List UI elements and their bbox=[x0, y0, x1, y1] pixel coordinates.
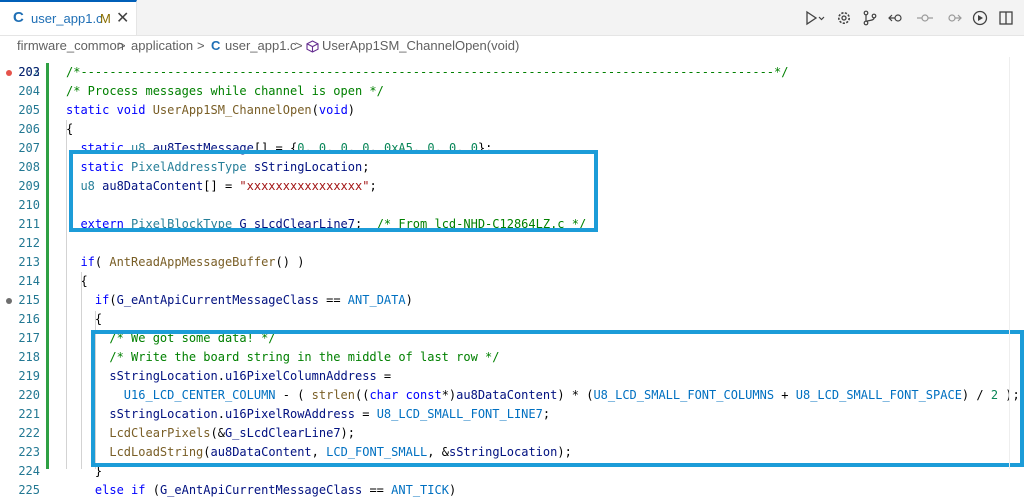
code-token: ( bbox=[94, 255, 110, 269]
code-token: { bbox=[66, 122, 74, 136]
line-number: 219 bbox=[18, 369, 40, 383]
code-token: /* Process messages while channel is ope… bbox=[66, 84, 384, 98]
line-number: 203 bbox=[18, 65, 40, 79]
debug-icon[interactable] bbox=[972, 10, 988, 26]
code-token: ) bbox=[347, 103, 356, 117]
code-token: () ) bbox=[275, 255, 305, 269]
code-token: AntReadAppMessageBuffer bbox=[109, 255, 276, 269]
indent-guide bbox=[66, 120, 67, 469]
code-token: { bbox=[66, 312, 103, 326]
scrollbar-track[interactable] bbox=[1009, 57, 1010, 469]
code-line[interactable]: 216 { bbox=[0, 310, 1024, 329]
line-number: 215 bbox=[18, 293, 40, 307]
line-number: 225 bbox=[18, 483, 40, 497]
code-text: /*--------------------------------------… bbox=[66, 63, 788, 82]
code-text: { bbox=[66, 272, 88, 291]
line-number: 220 bbox=[18, 388, 40, 402]
run-debug-icon[interactable] bbox=[804, 10, 826, 26]
modified-lines-gutter bbox=[46, 63, 49, 469]
code-line[interactable]: 206 { bbox=[0, 120, 1024, 139]
code-token: ( bbox=[311, 103, 319, 117]
tab-user-app1-c[interactable]: C user_app1.c M ✕ bbox=[0, 0, 137, 35]
line-number: 204 bbox=[18, 84, 40, 98]
code-editor[interactable]: 202 203 /*-------------------------------… bbox=[0, 57, 1024, 497]
code-token: ( bbox=[109, 293, 117, 307]
settings-icon[interactable] bbox=[836, 10, 852, 26]
code-line[interactable]: 215 if(G_eAntApiCurrentMessageClass == A… bbox=[0, 291, 1024, 310]
indent-guide bbox=[81, 272, 82, 469]
code-token: if bbox=[66, 255, 95, 269]
line-number: 222 bbox=[18, 426, 40, 440]
line-number: 223 bbox=[18, 445, 40, 459]
line-number: 210 bbox=[18, 198, 40, 212]
code-token: UserApp1SM_ChannelOpen bbox=[152, 103, 312, 117]
go-back-icon[interactable] bbox=[888, 10, 906, 26]
code-line[interactable]: 213 if( AntReadAppMessageBuffer() ) bbox=[0, 253, 1024, 272]
code-line[interactable]: 225 else if (G_eAntApiCurrentMessageClas… bbox=[0, 481, 1024, 500]
line-number: 206 bbox=[18, 122, 40, 136]
code-text: if( AntReadAppMessageBuffer() ) bbox=[66, 253, 304, 272]
source-control-icon[interactable] bbox=[862, 10, 878, 26]
code-token: else if bbox=[66, 483, 146, 497]
code-token: void bbox=[318, 103, 348, 117]
code-line[interactable]: 203 /*-----------------------------------… bbox=[0, 63, 1024, 82]
line-number: 205 bbox=[18, 103, 40, 117]
line-number: 207 bbox=[18, 141, 40, 155]
code-text: { bbox=[66, 120, 73, 139]
go-forward-icon[interactable] bbox=[944, 10, 962, 26]
highlight-box-lcd-block bbox=[91, 330, 1024, 467]
tab-filename: user_app1.c bbox=[31, 11, 103, 26]
code-token: /*--------------------------------------… bbox=[66, 65, 789, 79]
line-number: 213 bbox=[18, 255, 40, 269]
line-number: 209 bbox=[18, 179, 40, 193]
line-number: 218 bbox=[18, 350, 40, 364]
code-text: /* Process messages while channel is ope… bbox=[66, 82, 384, 101]
code-line[interactable]: 204 /* Process messages while channel is … bbox=[0, 82, 1024, 101]
code-text: { bbox=[66, 310, 102, 329]
code-token: if bbox=[66, 293, 110, 307]
split-editor-icon[interactable] bbox=[998, 10, 1014, 26]
modified-indicator: M bbox=[100, 11, 111, 26]
code-token: ANT_DATA bbox=[347, 293, 406, 307]
code-line[interactable]: 212 bbox=[0, 234, 1024, 253]
highlight-box-declarations bbox=[69, 150, 598, 232]
code-token: G_eAntApiCurrentMessageClass bbox=[116, 293, 319, 307]
editor-tab-bar: C user_app1.c M ✕ bbox=[0, 0, 1024, 36]
code-text: static void UserApp1SM_ChannelOpen(void) bbox=[66, 101, 355, 120]
editor-actions bbox=[804, 9, 1014, 27]
code-token: static void bbox=[66, 103, 153, 117]
line-number: 211 bbox=[18, 217, 40, 231]
code-token: { bbox=[66, 274, 88, 288]
partial-line-number: 202 bbox=[18, 65, 40, 79]
code-token: == bbox=[362, 483, 392, 497]
go-forward-history-icon[interactable] bbox=[916, 10, 934, 26]
line-number: 212 bbox=[18, 236, 40, 250]
code-token: ) bbox=[405, 293, 413, 307]
c-language-icon: C bbox=[13, 9, 24, 26]
code-line[interactable]: 214 { bbox=[0, 272, 1024, 291]
code-token: G_eAntApiCurrentMessageClass bbox=[159, 483, 363, 497]
code-text: else if (G_eAntApiCurrentMessageClass ==… bbox=[66, 481, 456, 500]
line-number: 217 bbox=[18, 331, 40, 345]
line-number: 214 bbox=[18, 274, 40, 288]
line-number: 216 bbox=[18, 312, 40, 326]
line-number: 221 bbox=[18, 407, 40, 421]
code-text: if(G_eAntApiCurrentMessageClass == ANT_D… bbox=[66, 291, 413, 310]
code-token: ANT_TICK bbox=[391, 483, 449, 497]
line-number: 224 bbox=[18, 464, 40, 478]
close-icon[interactable]: ✕ bbox=[116, 8, 129, 28]
code-token: ( bbox=[145, 483, 160, 497]
code-line[interactable]: 205 static void UserApp1SM_ChannelOpen(vo… bbox=[0, 101, 1024, 120]
line-number: 208 bbox=[18, 160, 40, 174]
code-token: == bbox=[318, 293, 348, 307]
code-token: ) bbox=[448, 483, 457, 497]
